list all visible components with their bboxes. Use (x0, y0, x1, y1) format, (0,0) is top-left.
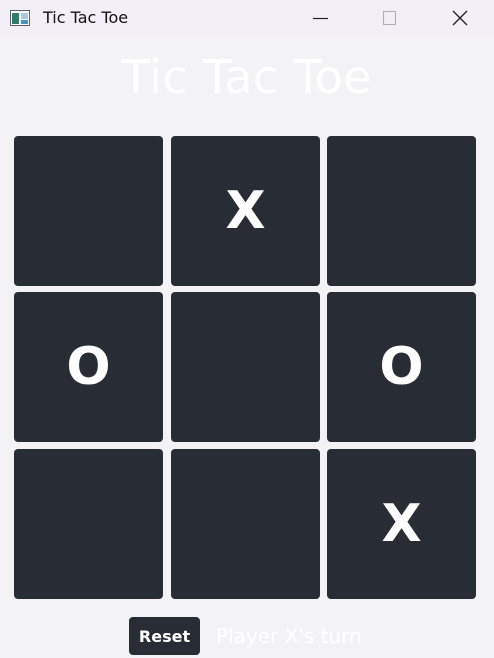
minimize-icon (313, 17, 328, 20)
game-controls: Reset Player X's turn (0, 616, 494, 658)
board-cell-6[interactable]: O (327, 292, 476, 442)
page-title: Tic Tac Toe (121, 50, 373, 104)
board-cell-8[interactable] (171, 449, 320, 599)
board-cell-1[interactable] (14, 136, 163, 286)
game-area: Tic Tac Toe X O O X Reset Player X's tur… (0, 36, 494, 658)
maximize-icon (382, 10, 397, 26)
board-cell-4[interactable]: O (14, 292, 163, 442)
turn-status: Player X's turn (216, 624, 362, 648)
title-bar[interactable]: Tic Tac Toe (0, 0, 494, 36)
board-cell-7[interactable] (14, 449, 163, 599)
board-cell-3[interactable] (327, 136, 476, 286)
board-cell-9[interactable]: X (327, 449, 476, 599)
maximize-button[interactable] (366, 0, 412, 36)
close-icon (452, 10, 468, 26)
minimize-button[interactable] (297, 0, 343, 36)
reset-button[interactable]: Reset (129, 617, 200, 655)
game-board: X O O X (14, 136, 476, 601)
board-cell-2[interactable]: X (171, 136, 320, 286)
app-window-icon (10, 10, 30, 26)
board-cell-5[interactable] (171, 292, 320, 442)
app-window: Tic Tac Toe Tic Tac Toe X O O X Reset Pl… (0, 0, 494, 658)
close-button[interactable] (437, 0, 483, 36)
window-title: Tic Tac Toe (43, 8, 129, 27)
